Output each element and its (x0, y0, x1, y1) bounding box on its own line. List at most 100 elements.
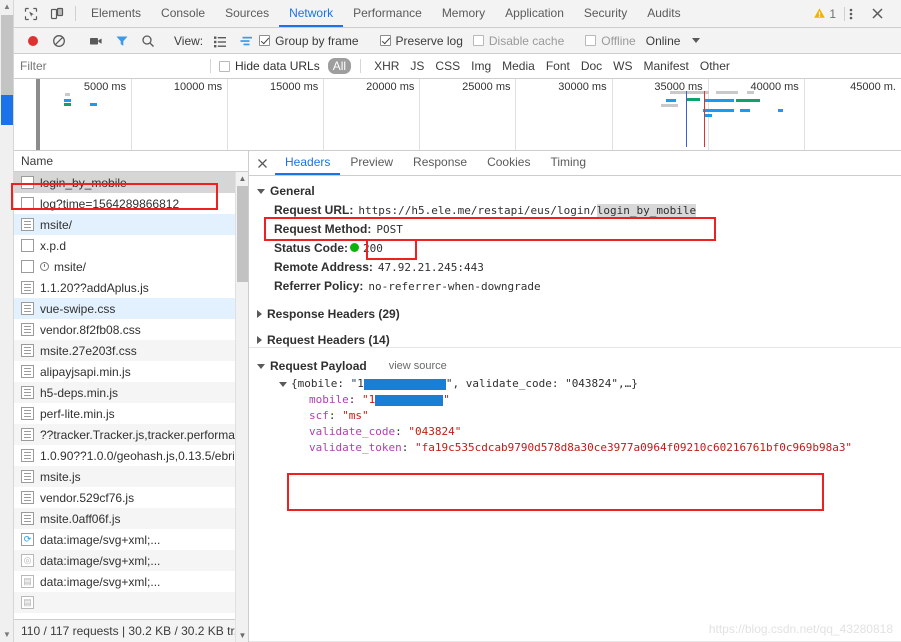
request-url-value[interactable]: https://h5.ele.me/restapi/eus/login/logi… (358, 203, 697, 218)
table-row[interactable]: perf-lite.min.js (14, 403, 248, 424)
filter-type-ws[interactable]: WS (608, 58, 637, 74)
table-row[interactable]: ??tracker.Tracker.js,tracker.performa (14, 424, 248, 445)
disable-cache-checkbox[interactable]: Disable cache (472, 34, 564, 48)
preserve-log-checkbox[interactable]: Preserve log (379, 34, 463, 48)
tab-label: Timing (550, 155, 587, 169)
list-view-icon[interactable] (207, 34, 233, 48)
overview-bar (703, 114, 713, 117)
file-blank-icon (21, 260, 34, 273)
host-window-scrollbar[interactable]: ▲ ▼ (0, 0, 14, 642)
section-request-payload[interactable]: Request Payload view source (249, 356, 901, 376)
record-button-icon[interactable] (20, 34, 46, 48)
tab-memory[interactable]: Memory (432, 0, 495, 27)
host-scroll-thumb[interactable] (1, 15, 13, 95)
tab-security[interactable]: Security (574, 0, 637, 27)
scroll-down-arrow-icon[interactable]: ▼ (236, 629, 249, 642)
view-source-link[interactable]: view source (389, 360, 447, 372)
request-name: ??tracker.Tracker.js,tracker.performa (40, 427, 235, 442)
overview-bar (704, 99, 735, 102)
tab-performance[interactable]: Performance (343, 0, 432, 27)
filter-type-manifest[interactable]: Manifest (639, 58, 694, 74)
filter-type-js[interactable]: JS (405, 58, 429, 74)
inspect-element-icon[interactable] (18, 0, 44, 27)
filter-type-other[interactable]: Other (695, 58, 735, 74)
filter-input[interactable] (20, 57, 202, 75)
filter-type-css[interactable]: CSS (430, 58, 465, 74)
table-row[interactable]: log?time=1564289866812 (14, 193, 248, 214)
scroll-up-arrow-icon[interactable]: ▲ (236, 172, 249, 185)
tab-network[interactable]: Network (279, 0, 344, 27)
overview-bar (90, 103, 97, 106)
payload-scf-line: scf: "ms" (279, 408, 901, 424)
camera-icon[interactable] (83, 35, 109, 47)
kebab-menu-icon[interactable] (849, 7, 871, 21)
filter-type-media[interactable]: Media (497, 58, 540, 74)
table-row[interactable]: x.p.d (14, 235, 248, 256)
table-row[interactable]: msite/ (14, 256, 248, 277)
tab-audits[interactable]: Audits (637, 0, 690, 27)
table-row[interactable]: msite.0aff06f.js (14, 508, 248, 529)
referrer-policy-value: no-referrer-when-downgrade (368, 280, 541, 293)
table-row[interactable]: 1.1.20??addAplus.js (14, 277, 248, 298)
host-scroll-up-icon[interactable]: ▲ (0, 0, 14, 14)
devtools-main-tabbar: Elements Console Sources Network Perform… (14, 0, 901, 28)
close-icon[interactable] (871, 7, 895, 20)
tab-console[interactable]: Console (151, 0, 215, 27)
tab-sources[interactable]: Sources (215, 0, 279, 27)
group-by-frame-checkbox[interactable]: Group by frame (259, 34, 359, 48)
tab-application[interactable]: Application (495, 0, 574, 27)
search-icon[interactable] (135, 34, 161, 48)
funnel-icon[interactable] (109, 34, 135, 48)
filter-type-xhr[interactable]: XHR (369, 58, 404, 74)
tab-elements[interactable]: Elements (81, 0, 151, 27)
table-row[interactable]: ▤ data:image/svg+xml;... (14, 571, 248, 592)
network-controls-toolbar: View: Group by frame Preserve log Disabl… (14, 28, 901, 54)
filter-type-font[interactable]: Font (541, 58, 575, 74)
table-row[interactable]: ⟳ data:image/svg+xml;... (14, 529, 248, 550)
table-row[interactable]: 1.0.90??1.0.0/geohash.js,0.13.5/ebric (14, 445, 248, 466)
section-response-headers[interactable]: Response Headers (29) (249, 304, 901, 324)
table-row[interactable]: vue-swipe.css (14, 298, 248, 319)
tab-response[interactable]: Response (403, 151, 477, 175)
table-row[interactable]: msite/ (14, 214, 248, 235)
section-divider (249, 347, 901, 348)
device-toolbar-icon[interactable] (44, 0, 70, 27)
request-list-scrollbar[interactable]: ▲ ▼ (235, 172, 248, 642)
table-row[interactable]: vendor.529cf76.js (14, 487, 248, 508)
throttling-value[interactable]: Online (646, 34, 681, 48)
warning-triangle-icon[interactable] (813, 7, 826, 20)
filter-type-doc[interactable]: Doc (576, 58, 607, 74)
scrollbar-thumb[interactable] (237, 186, 248, 282)
table-row[interactable]: msite.js (14, 466, 248, 487)
tab-preview[interactable]: Preview (340, 151, 403, 175)
network-overview-timeline[interactable]: 5000 ms 10000 ms 15000 ms 20000 ms 25000… (14, 79, 901, 151)
table-row[interactable]: msite.27e203f.css (14, 340, 248, 361)
table-row[interactable]: ▤ (14, 592, 248, 613)
request-name: perf-lite.min.js (40, 406, 115, 421)
table-row[interactable]: h5-deps.min.js (14, 382, 248, 403)
tab-cookies[interactable]: Cookies (477, 151, 540, 175)
section-general[interactable]: General (249, 181, 901, 201)
payload-summary-prefix: {mobile: "1 (291, 377, 364, 390)
chevron-down-icon[interactable] (692, 38, 701, 43)
filter-type-all[interactable]: All (327, 58, 352, 74)
table-row[interactable]: vendor.8f2fb08.css (14, 319, 248, 340)
overview-left-pad (14, 79, 36, 150)
waterfall-view-icon[interactable] (233, 34, 259, 48)
hide-data-urls-checkbox[interactable]: Hide data URLs (219, 59, 320, 73)
table-row[interactable]: login_by_mobile (14, 172, 248, 193)
tab-headers[interactable]: Headers (275, 151, 341, 175)
request-list-header[interactable]: Name (14, 151, 248, 172)
file-document-icon (21, 302, 34, 315)
table-row[interactable]: alipayjsapi.min.js (14, 361, 248, 382)
overview-bar (740, 109, 751, 112)
table-row[interactable]: ◎ data:image/svg+xml;... (14, 550, 248, 571)
filter-type-img[interactable]: Img (466, 58, 496, 74)
offline-checkbox[interactable]: Offline (585, 34, 636, 48)
tab-timing[interactable]: Timing (540, 151, 596, 175)
payload-summary-line[interactable]: {mobile: "1 ", validate_code: "043824",…… (279, 376, 901, 392)
close-icon[interactable] (249, 151, 275, 175)
devtools-screenshot: ▲ ▼ Elements Console Sources Network Per… (0, 0, 901, 642)
clear-icon[interactable] (46, 34, 72, 48)
host-scroll-down-icon[interactable]: ▼ (0, 628, 14, 642)
